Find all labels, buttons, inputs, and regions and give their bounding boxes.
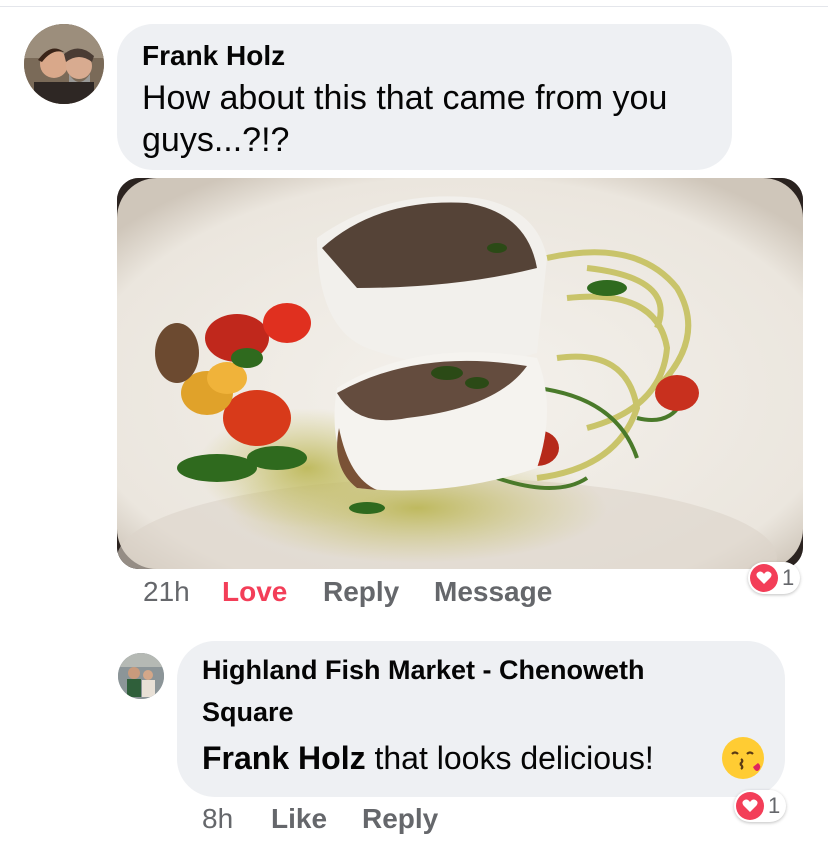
reply-body: that looks delicious! (365, 740, 654, 776)
plated-fish-image (117, 178, 803, 569)
like-link[interactable]: Like (271, 803, 327, 835)
reply-bubble: Highland Fish Market - Chenoweth Square … (177, 641, 785, 797)
reply-link-2[interactable]: Reply (362, 803, 438, 835)
comment-text-line2: guys...?!? (142, 121, 290, 159)
reaction-summary[interactable]: 1 (748, 562, 801, 594)
page-avatar[interactable] (118, 653, 164, 699)
mention-link[interactable]: Frank Holz (202, 740, 366, 776)
reply-reaction-summary[interactable]: 1 (734, 790, 787, 822)
reaction-count: 1 (782, 565, 795, 590)
reaction-count: 1 (768, 793, 781, 818)
heart-icon (736, 792, 764, 820)
reply-text: Frank Holz that looks delicious! (202, 740, 654, 777)
love-reaction-link[interactable]: Love (222, 576, 287, 608)
message-link[interactable]: Message (434, 576, 552, 608)
comment-text-line1: How about this that came from you (142, 79, 668, 117)
reply-author-line1[interactable]: Highland Fish Market - Chenoweth (202, 655, 645, 686)
comment-author[interactable]: Frank Holz (142, 40, 285, 72)
heart-icon (750, 564, 778, 592)
comment-bubble: Frank Holz How about this that came from… (117, 24, 732, 170)
avatar[interactable] (24, 24, 104, 104)
comment-timestamp[interactable]: 21h (143, 576, 190, 608)
reply-timestamp[interactable]: 8h (202, 803, 233, 835)
reply-author-line2[interactable]: Square (202, 697, 294, 728)
comment-photo[interactable] (117, 178, 803, 569)
top-divider (0, 6, 828, 7)
kissing-face-emoji (722, 737, 764, 779)
reply-link[interactable]: Reply (323, 576, 399, 608)
